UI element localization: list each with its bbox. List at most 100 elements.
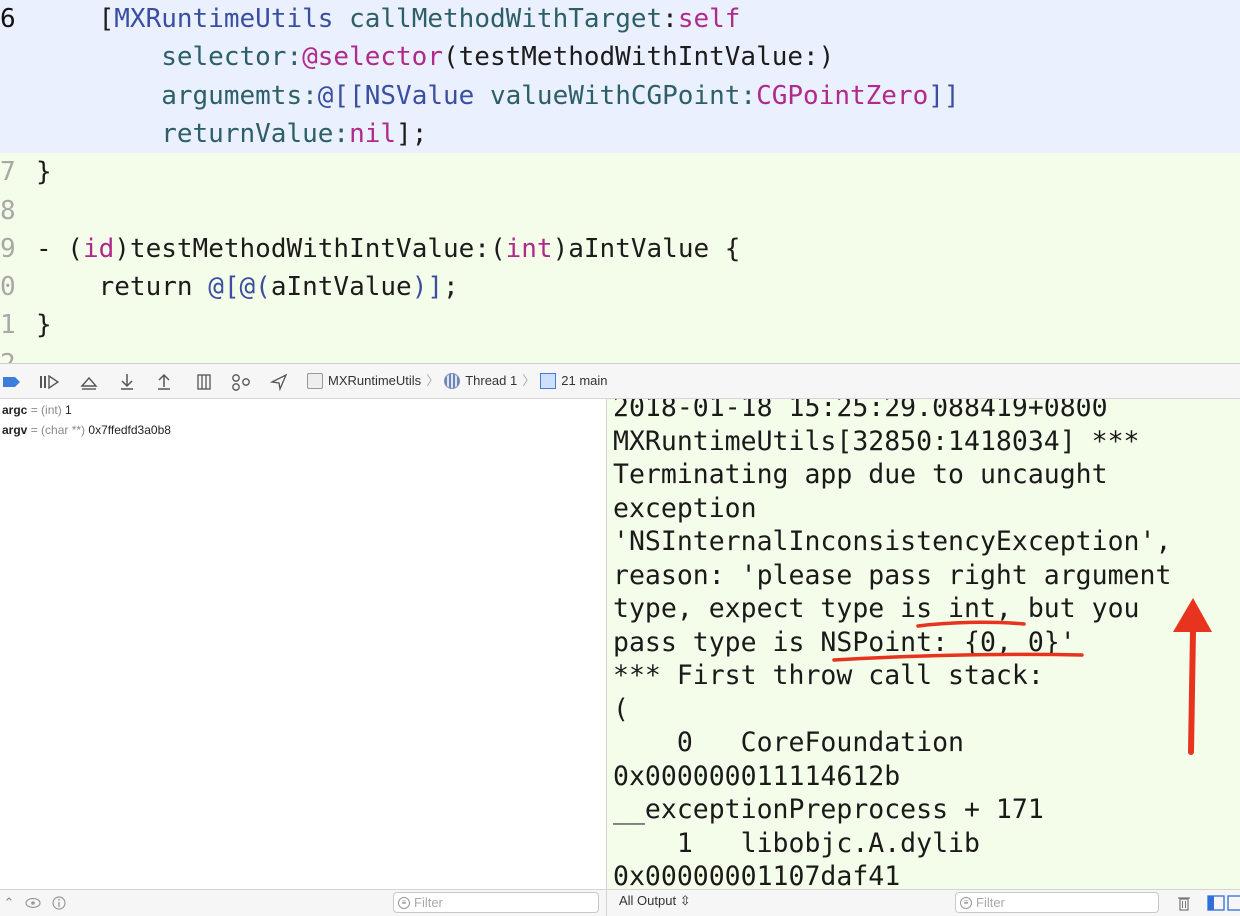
console-line: type, expect type is int, but you: [613, 593, 1140, 624]
variable-name: argv: [2, 423, 28, 437]
chevron-right-icon: 〉: [426, 373, 440, 388]
breadcrumb[interactable]: MXRuntimeUtils 〉 Thread 1 〉 21 main: [307, 364, 608, 398]
line-number[interactable]: 7: [0, 153, 22, 191]
console-line: Terminating app due to uncaught: [613, 459, 1108, 490]
code-token: :: [662, 4, 678, 34]
simulate-location-icon[interactable]: [268, 371, 290, 393]
file-icon: [307, 373, 323, 389]
show-variables-pane-icon[interactable]: [1207, 894, 1225, 912]
code-text: returnValue:nil];: [36, 115, 427, 153]
code-token: nil: [349, 119, 397, 149]
code-token: @[[: [317, 81, 365, 111]
filter-icon: ≡: [398, 896, 410, 909]
line-number[interactable]: 0: [0, 268, 22, 306]
thread-icon: [444, 373, 461, 389]
console-line: pass type is NSPoint: {0, 0}': [613, 626, 1076, 658]
code-token: aIntValue: [270, 272, 412, 302]
chevron-right-icon: 〉: [522, 373, 536, 388]
variables-filter-field[interactable]: ≡ Filter: [393, 892, 599, 913]
code-token: - (: [36, 234, 83, 264]
code-token: CGPointZero: [756, 81, 929, 111]
console-line: MXRuntimeUtils[32850:1418034] ***: [613, 425, 1140, 457]
console-line: *** First throw call stack:: [613, 660, 1044, 691]
code-text: return @[@(aIntValue)];: [36, 268, 459, 306]
code-token: MXRuntimeUtils: [114, 4, 334, 34]
console-filter-field[interactable]: ≡ Filter: [955, 892, 1159, 913]
console-line: 0x000000011114612b: [613, 760, 901, 792]
code-token: int: [505, 234, 553, 264]
line-number[interactable]: 2: [0, 345, 22, 363]
code-token: return: [36, 272, 209, 302]
continue-icon[interactable]: [38, 371, 60, 393]
variable-row[interactable]: argv = (char **) 0x7ffedfd3a0b8: [2, 421, 171, 439]
console-line: 2018-01-18 15:25:29.088419+0800: [613, 399, 1108, 423]
variable-type: = (int): [27, 403, 66, 417]
variable-row[interactable]: argc = (int) 1: [2, 401, 72, 419]
code-token: id: [82, 234, 115, 264]
console-line: 0x00000001107daf41: [613, 861, 901, 889]
variable-value: 0x7ffedfd3a0b8: [88, 423, 171, 437]
code-token: [: [36, 4, 115, 34]
code-text: selector:@selector(testMethodWithIntValu…: [36, 38, 834, 76]
code-token: valueWithCGPoint:: [489, 81, 757, 111]
step-out-icon[interactable]: [153, 371, 175, 393]
code-editor[interactable]: 6 [MXRuntimeUtils callMethodWithTarget:s…: [0, 0, 1240, 363]
code-token: @selector: [302, 42, 443, 72]
code-text: argumemts:@[[NSValue valueWithCGPoint:CG…: [36, 77, 959, 115]
console-line: 1 libobjc.A.dylib: [613, 827, 980, 859]
console-line: 0 CoreFoundation: [613, 727, 964, 758]
line-number[interactable]: 8: [0, 192, 22, 230]
line-number[interactable]: 1: [0, 306, 22, 344]
console-line: (: [613, 693, 629, 725]
debug-bar: MXRuntimeUtils 〉 Thread 1 〉 21 main: [0, 363, 1240, 399]
step-into-icon[interactable]: [116, 371, 138, 393]
breadcrumb-file[interactable]: MXRuntimeUtils: [328, 364, 421, 398]
variables-filter-placeholder: Filter: [414, 895, 443, 910]
sort-chevron-icon[interactable]: ⌃: [0, 894, 18, 912]
code-token: @[@(: [208, 272, 271, 302]
code-token: ];: [396, 119, 428, 149]
code-token: (testMethodWithIntValue:): [443, 42, 835, 72]
step-over-icon[interactable]: [78, 371, 100, 393]
breadcrumb-thread[interactable]: Thread 1: [465, 364, 517, 398]
stack-frame-icon: [540, 373, 557, 389]
output-select[interactable]: All Output ⇳: [619, 893, 691, 909]
code-token: NSValue: [364, 81, 475, 111]
code-text: - (id)testMethodWithIntValue:(int)aIntVa…: [36, 230, 740, 268]
code-token: callMethodWithTarget: [349, 4, 663, 34]
trash-icon[interactable]: [1175, 894, 1193, 912]
info-icon[interactable]: [50, 894, 68, 912]
variable-value: 1: [65, 403, 72, 417]
line-number[interactable]: 9: [0, 230, 22, 268]
code-text: [MXRuntimeUtils callMethodWithTarget:sel…: [36, 0, 741, 38]
console-line: __exceptionPreprocess + 171: [613, 794, 1044, 825]
console-footer: All Output ⇳ ≡ Filter: [606, 889, 1240, 916]
console-output[interactable]: 2018-01-18 15:25:29.088419+0800 MXRuntime…: [606, 399, 1240, 889]
code-token: )aIntValue {: [552, 234, 741, 264]
console-line: reason: 'please pass right argument: [613, 559, 1172, 591]
console-filter-placeholder: Filter: [976, 895, 1005, 910]
line-number[interactable]: 6: [0, 0, 22, 38]
eye-icon[interactable]: [24, 894, 42, 912]
memory-graph-icon[interactable]: [230, 371, 252, 393]
breadcrumb-frame[interactable]: 21 main: [561, 364, 607, 398]
output-select-value: All Output: [619, 893, 677, 908]
chevron-updown-icon: ⇳: [679, 893, 691, 908]
variable-name: argc: [2, 403, 28, 417]
code-text: }: [36, 306, 52, 344]
code-token: ;: [443, 272, 459, 302]
code-text: }: [36, 153, 52, 191]
show-console-pane-icon[interactable]: [1227, 894, 1240, 912]
breakpoints-toggle-icon[interactable]: [2, 371, 22, 393]
console-line: 'NSInternalInconsistencyException',: [613, 526, 1172, 557]
code-token: argumemts:: [36, 81, 318, 111]
view-hierarchy-icon[interactable]: [193, 371, 215, 393]
code-token: returnValue:: [36, 119, 350, 149]
code-token: )]: [411, 272, 444, 302]
variables-view[interactable]: argc = (int) 1 argv = (char **) 0x7ffedfd…: [0, 399, 605, 889]
variable-type: = (char **): [27, 423, 89, 437]
filter-icon: ≡: [960, 896, 972, 909]
console-line: exception: [613, 492, 757, 524]
